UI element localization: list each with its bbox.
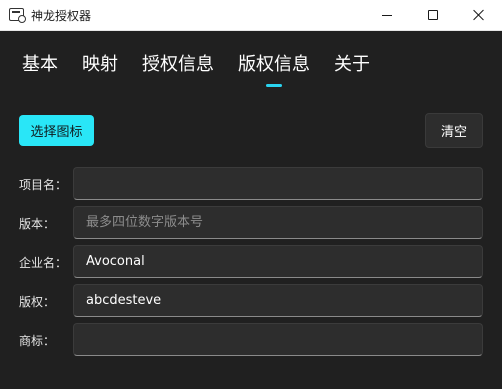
close-icon: [473, 9, 485, 21]
company-name-label: 企业名：: [19, 256, 68, 270]
maximize-button[interactable]: [410, 0, 456, 30]
tab-license-info[interactable]: 授权信息: [142, 52, 214, 78]
trademark-label: 商标：: [19, 334, 56, 348]
minimize-button[interactable]: [364, 0, 410, 30]
version-input[interactable]: [73, 206, 483, 239]
minimize-icon: [382, 14, 392, 16]
project-name-input[interactable]: [73, 167, 483, 200]
tab-about[interactable]: 关于: [334, 52, 370, 78]
title-bar: 神龙授权器: [0, 0, 502, 31]
tab-mapping[interactable]: 映射: [82, 52, 118, 78]
tab-copyright-info[interactable]: 版权信息: [238, 52, 310, 78]
company-name-input[interactable]: [73, 245, 483, 278]
tab-bar: 基本 映射 授权信息 版权信息 关于: [22, 52, 394, 78]
trademark-input[interactable]: [73, 323, 483, 356]
version-label: 版本：: [19, 217, 56, 231]
copyright-label: 版权：: [19, 295, 56, 309]
project-name-label: 项目名：: [19, 178, 68, 192]
copyright-input[interactable]: [73, 284, 483, 317]
clear-button[interactable]: 清空: [425, 113, 483, 148]
close-button[interactable]: [456, 0, 502, 30]
window-title: 神龙授权器: [31, 9, 92, 23]
choose-icon-button[interactable]: 选择图标: [19, 115, 94, 146]
app-icon: [9, 8, 26, 23]
tab-basic[interactable]: 基本: [22, 52, 58, 78]
maximize-icon: [428, 10, 438, 20]
